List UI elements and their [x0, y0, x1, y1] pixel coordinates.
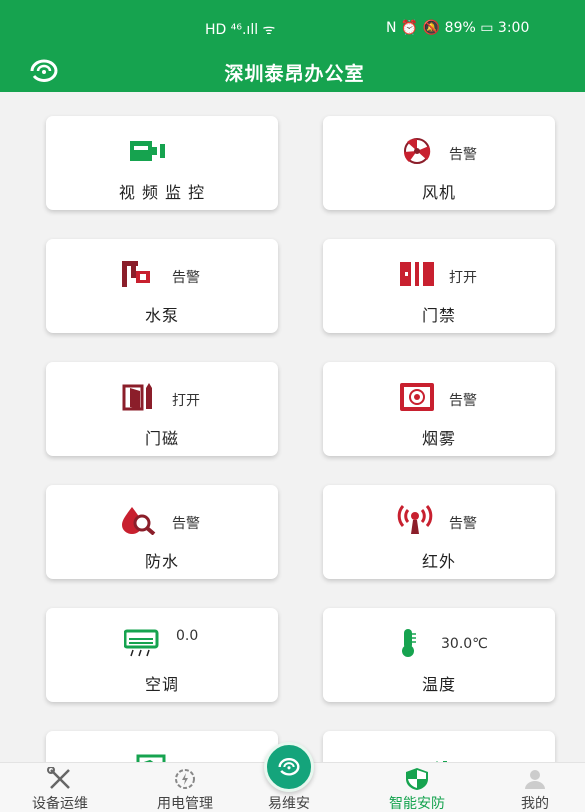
- nav-item-power[interactable]: 用电管理: [140, 763, 230, 812]
- device-icon: [136, 754, 166, 762]
- app-logo-icon: [278, 758, 300, 776]
- status-bar: HD ⁴⁶.ıll ᯤ N ⏰ 🔕 89% ▭ 3:00: [0, 0, 585, 50]
- card-label: 水泵: [144, 306, 179, 325]
- water-pump-icon: [122, 261, 150, 287]
- status-right: N ⏰ 🔕 89% ▭ 3:00: [386, 20, 530, 36]
- water-leak-icon: [122, 507, 156, 535]
- nav-item-maintenance[interactable]: 设备运维: [20, 763, 100, 812]
- card-label: 温度: [421, 675, 456, 694]
- card-air-conditioner[interactable]: 0.0 空调: [46, 608, 278, 702]
- card-status: 打开: [172, 393, 200, 409]
- card-partial-left[interactable]: [46, 731, 278, 762]
- smoke-detector-icon: [400, 383, 434, 411]
- nav-label: 智能安防: [389, 796, 445, 812]
- user-icon: [525, 770, 545, 789]
- fan-icon: [404, 138, 431, 164]
- card-fan[interactable]: 告警 风机: [323, 116, 555, 210]
- network-indicator: HD ⁴⁶.ıll ᯤ: [205, 22, 276, 38]
- card-label: 门磁: [144, 429, 179, 448]
- card-status: 30.0℃: [441, 636, 488, 652]
- card-label: 红外: [421, 552, 456, 571]
- card-video-monitor[interactable]: 视 频 监 控: [46, 116, 278, 210]
- access-control-icon: [400, 262, 434, 286]
- thermometer-icon: [402, 629, 416, 657]
- card-door-magnet[interactable]: 打开 门磁: [46, 362, 278, 456]
- card-status: 告警: [172, 516, 200, 532]
- nav-label: 我的: [521, 796, 549, 812]
- card-waterproof[interactable]: 告警 防水: [46, 485, 278, 579]
- card-smoke[interactable]: 告警 烟雾: [323, 362, 555, 456]
- center-home-button[interactable]: [264, 742, 314, 792]
- card-partial-right[interactable]: [323, 731, 555, 762]
- card-status: 告警: [449, 393, 477, 409]
- power-gear-icon: [175, 769, 195, 789]
- card-label: 门禁: [421, 306, 456, 325]
- card-access-control[interactable]: 打开 门禁: [323, 239, 555, 333]
- card-label: 烟雾: [421, 429, 456, 448]
- app-header: 深圳泰昂办公室: [0, 50, 585, 92]
- infrared-icon: [397, 505, 433, 534]
- card-water-pump[interactable]: 告警 水泵: [46, 239, 278, 333]
- device-grid: 视 频 监 控 告警 风机 告警 水泵 打开 门禁 打开 门磁 告警 烟雾 告警…: [0, 92, 585, 762]
- card-status: 打开: [449, 270, 477, 286]
- tools-icon: [47, 767, 70, 789]
- shield-icon: [406, 768, 428, 790]
- card-status: 0.0: [176, 628, 199, 644]
- nav-label: 设备运维: [32, 796, 88, 812]
- nav-label: 用电管理: [157, 796, 213, 812]
- nav-item-me[interactable]: 我的: [505, 763, 565, 812]
- video-camera-icon: [130, 141, 165, 161]
- card-status: 告警: [172, 270, 200, 286]
- card-status: 告警: [449, 147, 477, 163]
- card-label: 防水: [144, 552, 179, 571]
- card-label: 空调: [144, 675, 179, 694]
- air-conditioner-icon: [124, 629, 159, 657]
- card-status: 告警: [449, 516, 477, 532]
- nav-item-security[interactable]: 智能安防: [372, 763, 462, 812]
- card-label: 风机: [421, 183, 456, 202]
- card-label: 视 频 监 控: [118, 183, 206, 202]
- card-temperature[interactable]: 30.0℃ 温度: [323, 608, 555, 702]
- door-magnet-icon: [122, 383, 152, 411]
- card-infrared[interactable]: 告警 红外: [323, 485, 555, 579]
- page-title: 深圳泰昂办公室: [224, 63, 365, 85]
- house-icon: [436, 761, 447, 762]
- nav-label: 易维安: [268, 796, 310, 812]
